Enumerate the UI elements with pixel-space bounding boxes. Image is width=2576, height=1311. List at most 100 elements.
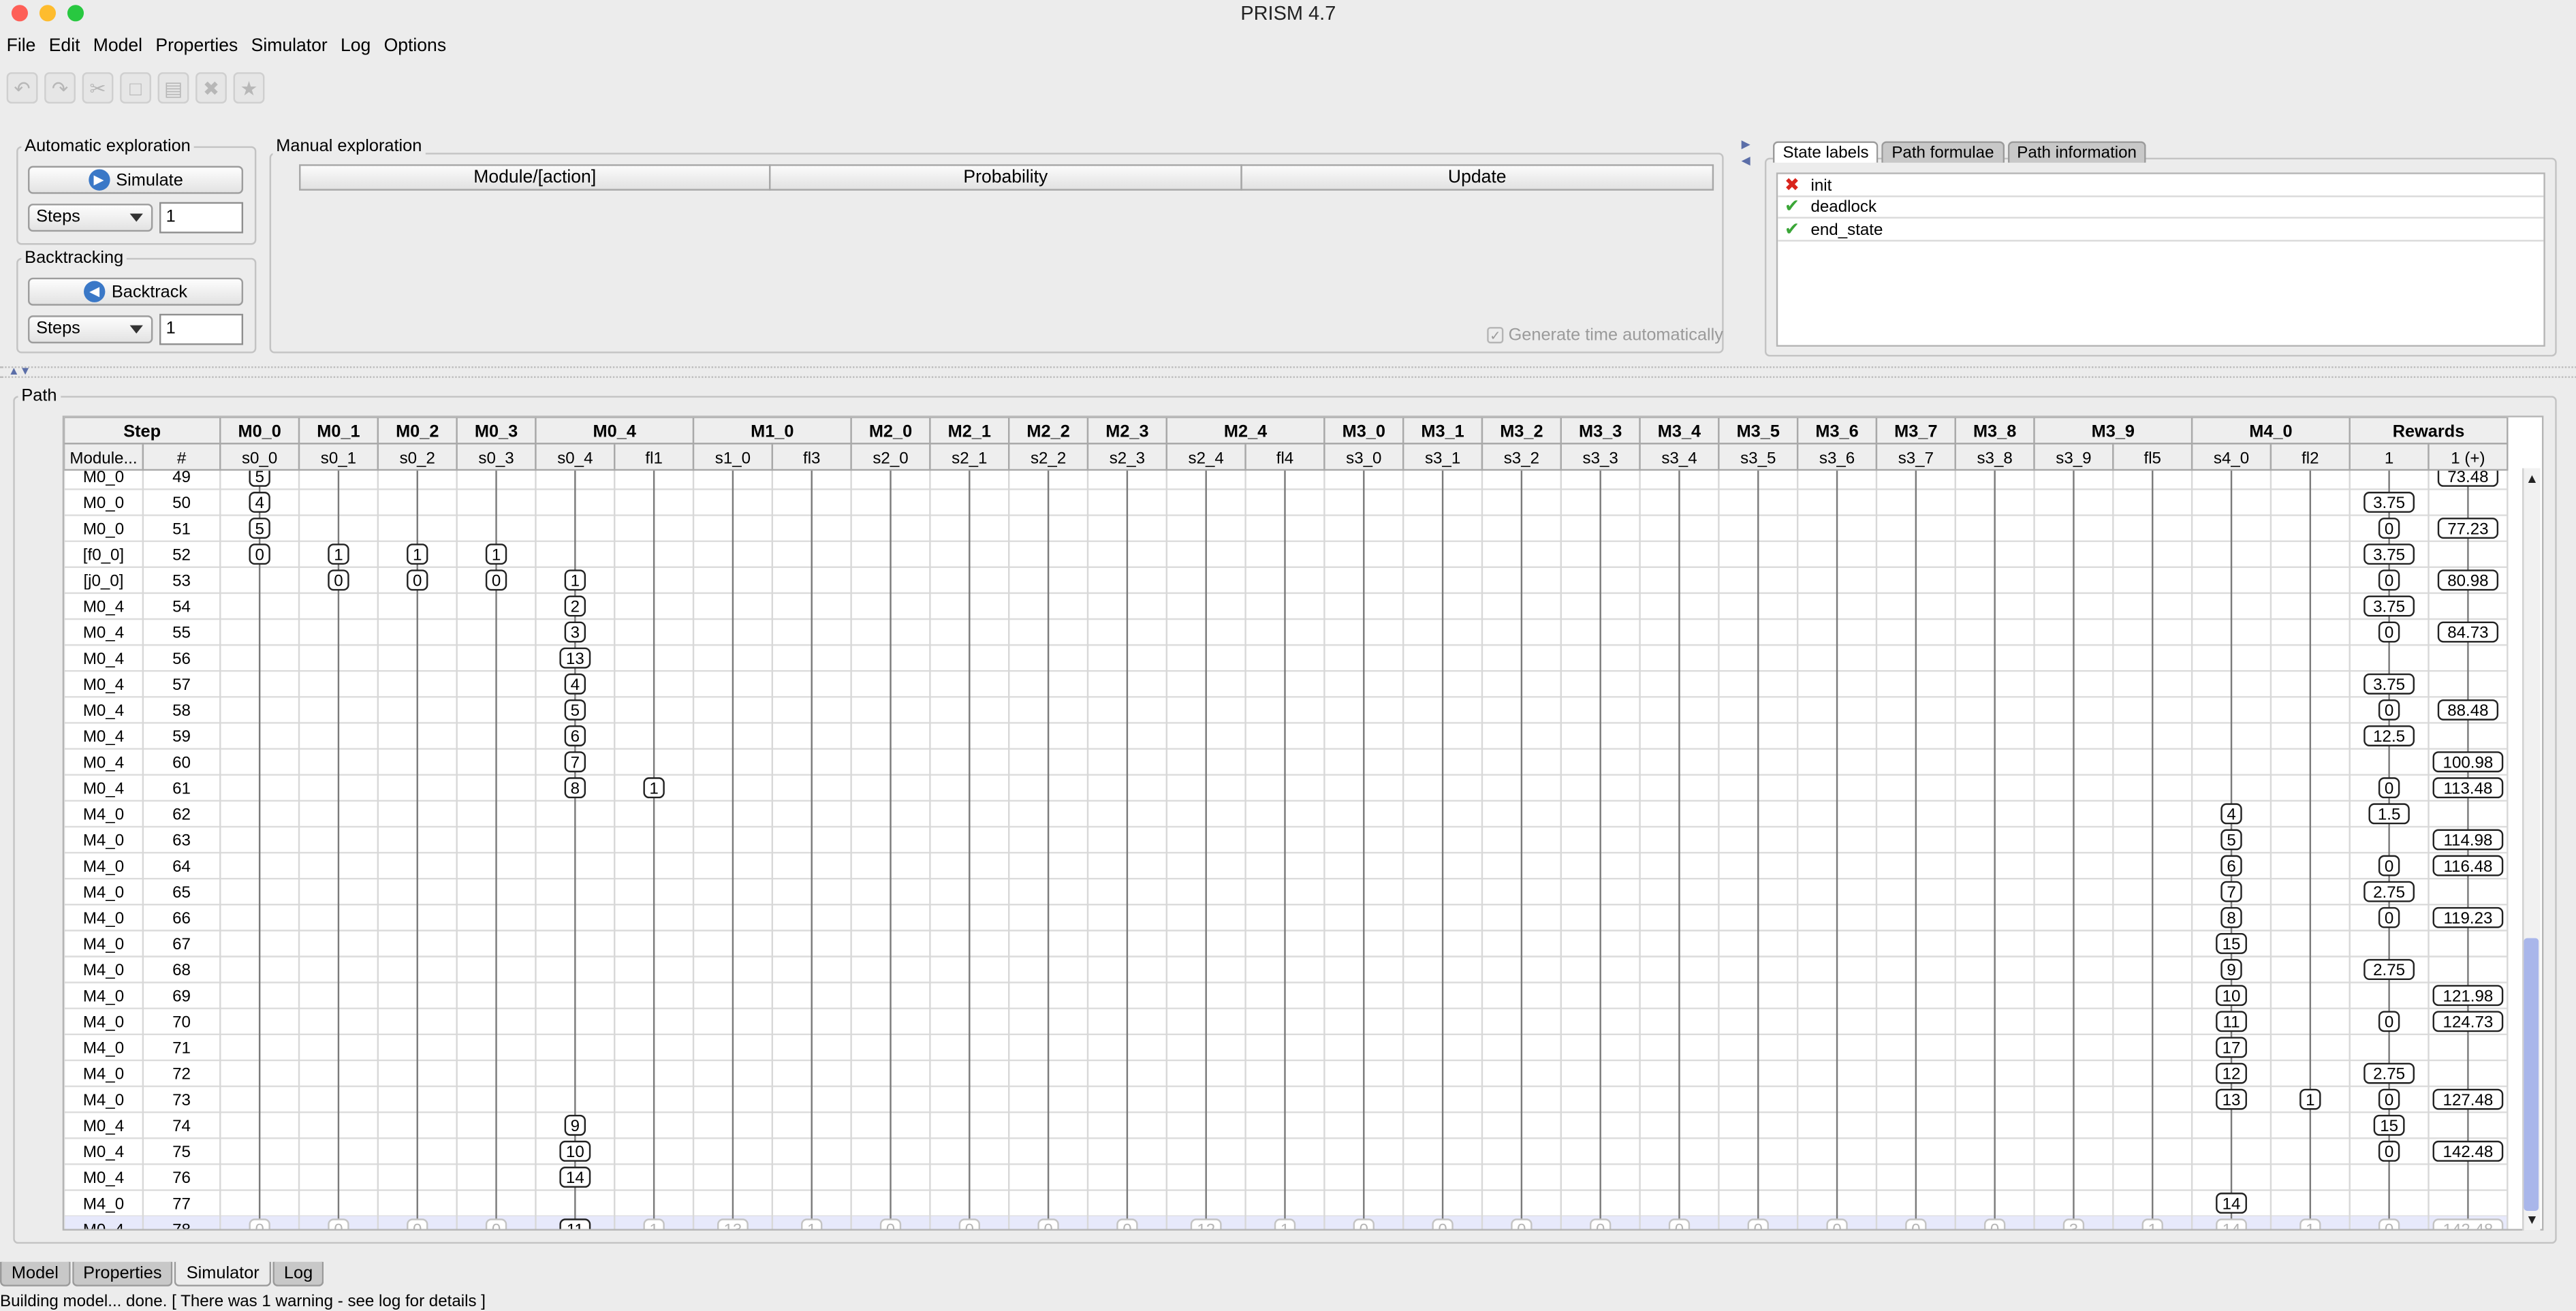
cell-value: 0 [2385, 779, 2393, 797]
cell-value: 1 [649, 779, 658, 797]
delete-icon[interactable]: ✖ [195, 72, 227, 104]
backtrack-label: Backtrack [111, 281, 188, 302]
path-table[interactable]: M0_0 49 5 73.48 M0_0 50 4 3.75 M0_0 51 5 0 77.23 [f0_… [62, 415, 2544, 1231]
group-header-label: M3_3 [1579, 422, 1622, 441]
tab-simulator[interactable]: Simulator [174, 1261, 271, 1286]
column-header-label: s0_3 [478, 449, 514, 467]
cell-value: 2.75 [2373, 961, 2405, 979]
cell-value: 3.75 [2373, 676, 2405, 694]
step-number: 75 [172, 1143, 191, 1161]
copy-icon[interactable]: □ [120, 72, 151, 104]
column-header-label: fl2 [2302, 449, 2319, 467]
tab-path-information[interactable]: Path information [2007, 141, 2147, 163]
menu-edit[interactable]: Edit [42, 33, 87, 59]
step-number: 76 [172, 1169, 191, 1187]
manual-col-probability[interactable]: Probability [769, 164, 1242, 191]
cell-value: 1 [2306, 1091, 2314, 1109]
step-module: M0_4 [83, 1117, 124, 1135]
menu-options[interactable]: Options [377, 33, 453, 59]
backtrack-button[interactable]: ◀ Backtrack [28, 277, 244, 306]
group-header-label: M3_0 [1342, 422, 1385, 441]
generate-time-checkbox[interactable]: ✓ Generate time automatically [1487, 326, 1723, 345]
minimize-window-icon[interactable] [39, 5, 57, 22]
scroll-up-icon[interactable]: ▲ [2526, 471, 2539, 486]
tab-path-formulae[interactable]: Path formulae [1881, 141, 2004, 163]
step-module: M4_0 [83, 1091, 124, 1109]
cell-value: 17 [2222, 1039, 2241, 1058]
vertical-splitter[interactable]: ▶ ◀ [1740, 138, 1752, 358]
cell-value: 15 [2222, 935, 2241, 953]
group-header-label: M3_6 [1815, 422, 1858, 441]
label-row-init[interactable]: ✖ init [1778, 176, 2544, 198]
cell-value: 12 [1197, 1220, 1215, 1230]
cell-value: 0 [1043, 1220, 1052, 1230]
cell-value: 12 [2222, 1065, 2241, 1084]
cell-value: 0 [2385, 1013, 2393, 1031]
column-header-label: s3_8 [1977, 449, 2013, 467]
step-module: M0_0 [83, 520, 124, 538]
label-row-end-state[interactable]: ✔ end_state [1778, 220, 2544, 242]
cell-value: 3.75 [2373, 546, 2405, 564]
step-module: M0_4 [83, 701, 124, 720]
column-header-label: fl3 [803, 449, 820, 467]
horizontal-splitter[interactable]: ▲▼ [0, 366, 2576, 378]
simulate-steps-input[interactable]: 1 [159, 202, 244, 234]
tab-state-labels[interactable]: State labels [1772, 141, 1879, 163]
cell-value: 0 [2385, 1091, 2393, 1109]
tab-properties[interactable]: Properties [72, 1261, 174, 1286]
step-module: [j0_0] [83, 572, 123, 590]
redo-icon[interactable]: ↷ [44, 72, 76, 104]
paste-icon[interactable]: ▤ [157, 72, 189, 104]
label-row-deadlock[interactable]: ✔ deadlock [1778, 197, 2544, 219]
step-module: M0_4 [83, 1220, 124, 1230]
automatic-exploration-title: Automatic exploration [21, 136, 194, 157]
group-header-label: M2_0 [869, 422, 912, 441]
tab-log[interactable]: Log [272, 1261, 325, 1286]
cell-value: 0 [1517, 1220, 1526, 1230]
manual-col-update[interactable]: Update [1240, 164, 1714, 191]
step-number: 63 [172, 832, 191, 850]
cell-value: 0 [255, 546, 264, 564]
cell-value: 1 [2306, 1220, 2314, 1230]
menu-properties[interactable]: Properties [149, 33, 245, 59]
simulate-button[interactable]: ▶ Simulate [28, 165, 244, 194]
cell-value: 12.5 [2373, 727, 2405, 746]
step-number: 60 [172, 753, 191, 772]
simulate-steps-select[interactable]: Steps [28, 204, 153, 232]
scrollbar-thumb[interactable] [2524, 938, 2539, 1211]
cell-value: 0 [492, 1220, 501, 1230]
step-module: M0_4 [83, 753, 124, 772]
step-module: M0_4 [83, 598, 124, 616]
menu-model[interactable]: Model [87, 33, 149, 59]
menu-log[interactable]: Log [334, 33, 377, 59]
cell-value: 142.48 [2443, 1143, 2494, 1161]
backtrack-steps-select[interactable]: Steps [28, 315, 153, 344]
cell-value: 4 [571, 676, 580, 694]
cell-value: 0 [2385, 1220, 2393, 1230]
group-header-label: M1_0 [751, 422, 794, 441]
column-header-label: s0_2 [400, 449, 435, 467]
menu-file[interactable]: File [0, 33, 42, 59]
close-window-icon[interactable] [11, 5, 29, 22]
favorite-star-icon[interactable]: ★ [233, 72, 265, 104]
manual-col-module-action[interactable]: Module/[action] [299, 164, 771, 191]
column-header-label: s2_1 [952, 449, 987, 467]
cell-value: 9 [571, 1117, 580, 1135]
column-header-label: s3_7 [1898, 449, 1934, 467]
scroll-down-icon[interactable]: ▼ [2526, 1212, 2539, 1227]
column-header-label: s2_2 [1031, 449, 1066, 467]
zoom-window-icon[interactable] [67, 5, 84, 22]
menu-simulator[interactable]: Simulator [245, 33, 334, 59]
chevron-down-icon [129, 325, 143, 334]
step-module: M0_4 [83, 676, 124, 694]
step-number: 65 [172, 883, 191, 902]
undo-icon[interactable]: ↶ [6, 72, 38, 104]
cut-icon[interactable]: ✂ [82, 72, 114, 104]
tab-model[interactable]: Model [0, 1261, 70, 1286]
column-header-label: s3_0 [1346, 449, 1381, 467]
backtrack-steps-input[interactable]: 1 [159, 313, 244, 345]
group-header-label: M0_3 [475, 422, 518, 441]
group-header-label: M3_7 [1894, 422, 1937, 441]
state-labels-list: ✖ init ✔ deadlock ✔ end_state [1776, 172, 2545, 347]
cell-value: 2.75 [2373, 1065, 2405, 1084]
